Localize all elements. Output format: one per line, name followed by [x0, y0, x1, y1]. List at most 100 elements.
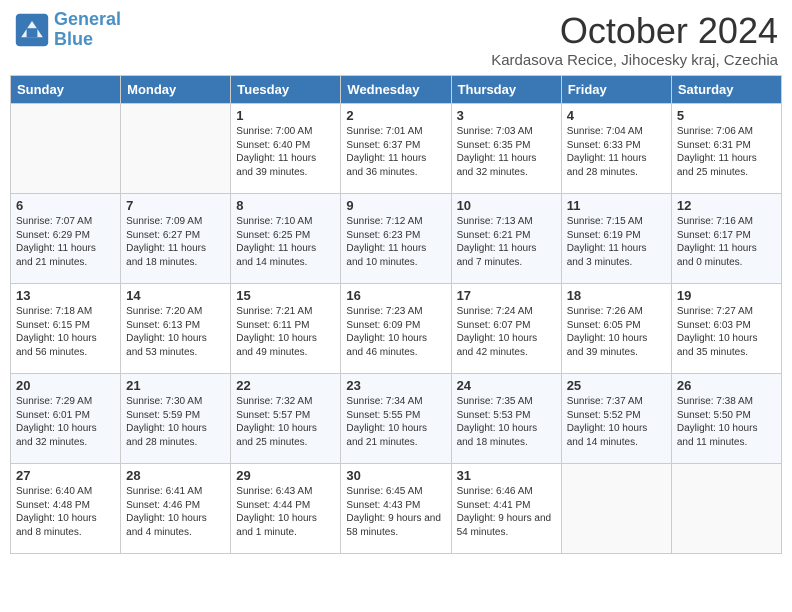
- day-number: 31: [457, 468, 556, 483]
- calendar-table: SundayMondayTuesdayWednesdayThursdayFrid…: [10, 75, 782, 554]
- day-info: Sunrise: 6:43 AM Sunset: 4:44 PM Dayligh…: [236, 485, 335, 539]
- logo-icon: [14, 12, 50, 48]
- calendar-cell: 20Sunrise: 7:29 AM Sunset: 6:01 PM Dayli…: [11, 374, 121, 464]
- day-info: Sunrise: 7:24 AM Sunset: 6:07 PM Dayligh…: [457, 305, 556, 359]
- day-info: Sunrise: 7:26 AM Sunset: 6:05 PM Dayligh…: [567, 305, 666, 359]
- title-block: October 2024 Kardasova Recice, Jihocesky…: [491, 10, 778, 69]
- day-info: Sunrise: 7:23 AM Sunset: 6:09 PM Dayligh…: [346, 305, 445, 359]
- day-info: Sunrise: 7:37 AM Sunset: 5:52 PM Dayligh…: [567, 395, 666, 449]
- day-info: Sunrise: 6:40 AM Sunset: 4:48 PM Dayligh…: [16, 485, 115, 539]
- calendar-week-row: 13 Sunrise: 7:18 AM Sunset: 6:15 PM Dayli…: [11, 284, 782, 374]
- calendar-cell: 27 Sunrise: 6:40 AM Sunset: 4:48 PM Dayli…: [11, 464, 121, 554]
- day-info: Sunrise: 7:10 AM Sunset: 6:25 PM Dayligh…: [236, 215, 335, 269]
- calendar-cell: 22Sunrise: 7:32 AM Sunset: 5:57 PM Dayli…: [231, 374, 341, 464]
- day-number: 26: [677, 378, 776, 393]
- day-info: Sunrise: 7:01 AM Sunset: 6:37 PM Dayligh…: [346, 125, 445, 179]
- day-number: 7: [126, 198, 225, 213]
- day-info: Sunrise: 7:13 AM Sunset: 6:21 PM Dayligh…: [457, 215, 556, 269]
- calendar-header-row: SundayMondayTuesdayWednesdayThursdayFrid…: [11, 76, 782, 104]
- calendar-cell: 26 Sunrise: 7:38 AM Sunset: 5:50 PM Dayli…: [671, 374, 781, 464]
- calendar-cell: 8 Sunrise: 7:10 AM Sunset: 6:25 PM Daylig…: [231, 194, 341, 284]
- day-number: 19: [677, 288, 776, 303]
- day-number: 21: [126, 378, 225, 393]
- calendar-cell: 14 Sunrise: 7:20 AM Sunset: 6:13 PM Dayli…: [121, 284, 231, 374]
- day-number: 14: [126, 288, 225, 303]
- logo: General Blue: [14, 10, 121, 50]
- day-info: Sunrise: 7:15 AM Sunset: 6:19 PM Dayligh…: [567, 215, 666, 269]
- day-number: 3: [457, 108, 556, 123]
- day-number: 2: [346, 108, 445, 123]
- day-info: Sunrise: 7:34 AM Sunset: 5:55 PM Dayligh…: [346, 395, 445, 449]
- day-number: 10: [457, 198, 556, 213]
- calendar-cell: 19Sunrise: 7:27 AM Sunset: 6:03 PM Dayli…: [671, 284, 781, 374]
- calendar-cell: 23Sunrise: 7:34 AM Sunset: 5:55 PM Dayli…: [341, 374, 451, 464]
- day-info: Sunrise: 7:18 AM Sunset: 6:15 PM Dayligh…: [16, 305, 115, 359]
- calendar-cell: 15 Sunrise: 7:21 AM Sunset: 6:11 PM Dayli…: [231, 284, 341, 374]
- calendar-cell: 1 Sunrise: 7:00 AM Sunset: 6:40 PM Daylig…: [231, 104, 341, 194]
- day-number: 11: [567, 198, 666, 213]
- day-info: Sunrise: 7:20 AM Sunset: 6:13 PM Dayligh…: [126, 305, 225, 359]
- calendar-week-row: 27 Sunrise: 6:40 AM Sunset: 4:48 PM Dayli…: [11, 464, 782, 554]
- day-info: Sunrise: 7:03 AM Sunset: 6:35 PM Dayligh…: [457, 125, 556, 179]
- calendar-cell: 30Sunrise: 6:45 AM Sunset: 4:43 PM Dayli…: [341, 464, 451, 554]
- day-number: 22: [236, 378, 335, 393]
- day-number: 4: [567, 108, 666, 123]
- day-number: 9: [346, 198, 445, 213]
- calendar-cell: 18Sunrise: 7:26 AM Sunset: 6:05 PM Dayli…: [561, 284, 671, 374]
- calendar-cell: 16 Sunrise: 7:23 AM Sunset: 6:09 PM Dayli…: [341, 284, 451, 374]
- day-info: Sunrise: 7:04 AM Sunset: 6:33 PM Dayligh…: [567, 125, 666, 179]
- day-info: Sunrise: 7:21 AM Sunset: 6:11 PM Dayligh…: [236, 305, 335, 359]
- weekday-header: Sunday: [11, 76, 121, 104]
- day-number: 8: [236, 198, 335, 213]
- day-number: 29: [236, 468, 335, 483]
- calendar-cell: 12 Sunrise: 7:16 AM Sunset: 6:17 PM Dayli…: [671, 194, 781, 284]
- day-info: Sunrise: 7:06 AM Sunset: 6:31 PM Dayligh…: [677, 125, 776, 179]
- month-title: October 2024: [491, 10, 778, 52]
- calendar-cell: [671, 464, 781, 554]
- day-info: Sunrise: 7:16 AM Sunset: 6:17 PM Dayligh…: [677, 215, 776, 269]
- day-number: 24: [457, 378, 556, 393]
- logo-text: General Blue: [54, 10, 121, 50]
- day-number: 16: [346, 288, 445, 303]
- day-info: Sunrise: 7:38 AM Sunset: 5:50 PM Dayligh…: [677, 395, 776, 449]
- day-number: 28: [126, 468, 225, 483]
- calendar-cell: 4 Sunrise: 7:04 AM Sunset: 6:33 PM Daylig…: [561, 104, 671, 194]
- calendar-cell: 28 Sunrise: 6:41 AM Sunset: 4:46 PM Dayli…: [121, 464, 231, 554]
- weekday-header: Tuesday: [231, 76, 341, 104]
- calendar-cell: 24 Sunrise: 7:35 AM Sunset: 5:53 PM Dayli…: [451, 374, 561, 464]
- calendar-cell: 29 Sunrise: 6:43 AM Sunset: 4:44 PM Dayli…: [231, 464, 341, 554]
- calendar-cell: [121, 104, 231, 194]
- weekday-header: Saturday: [671, 76, 781, 104]
- calendar-cell: 5 Sunrise: 7:06 AM Sunset: 6:31 PM Daylig…: [671, 104, 781, 194]
- calendar-cell: [561, 464, 671, 554]
- calendar-cell: 21 Sunrise: 7:30 AM Sunset: 5:59 PM Dayli…: [121, 374, 231, 464]
- day-number: 5: [677, 108, 776, 123]
- calendar-cell: 13 Sunrise: 7:18 AM Sunset: 6:15 PM Dayli…: [11, 284, 121, 374]
- day-info: Sunrise: 7:35 AM Sunset: 5:53 PM Dayligh…: [457, 395, 556, 449]
- day-number: 17: [457, 288, 556, 303]
- calendar-cell: 9 Sunrise: 7:12 AM Sunset: 6:23 PM Daylig…: [341, 194, 451, 284]
- day-number: 1: [236, 108, 335, 123]
- day-number: 27: [16, 468, 115, 483]
- calendar-cell: [11, 104, 121, 194]
- calendar-cell: 11 Sunrise: 7:15 AM Sunset: 6:19 PM Dayli…: [561, 194, 671, 284]
- day-number: 15: [236, 288, 335, 303]
- day-number: 25: [567, 378, 666, 393]
- day-info: Sunrise: 7:00 AM Sunset: 6:40 PM Dayligh…: [236, 125, 335, 179]
- day-number: 6: [16, 198, 115, 213]
- logo-line2: Blue: [54, 30, 121, 50]
- day-info: Sunrise: 6:41 AM Sunset: 4:46 PM Dayligh…: [126, 485, 225, 539]
- calendar-week-row: 20Sunrise: 7:29 AM Sunset: 6:01 PM Dayli…: [11, 374, 782, 464]
- day-number: 13: [16, 288, 115, 303]
- day-info: Sunrise: 7:12 AM Sunset: 6:23 PM Dayligh…: [346, 215, 445, 269]
- day-info: Sunrise: 7:29 AM Sunset: 6:01 PM Dayligh…: [16, 395, 115, 449]
- day-number: 12: [677, 198, 776, 213]
- logo-line1: General: [54, 10, 121, 30]
- calendar-cell: 10 Sunrise: 7:13 AM Sunset: 6:21 PM Dayli…: [451, 194, 561, 284]
- calendar-cell: 31Sunrise: 6:46 AM Sunset: 4:41 PM Dayli…: [451, 464, 561, 554]
- calendar-cell: 6 Sunrise: 7:07 AM Sunset: 6:29 PM Daylig…: [11, 194, 121, 284]
- page-header: General Blue October 2024 Kardasova Reci…: [10, 10, 782, 69]
- calendar-cell: 25 Sunrise: 7:37 AM Sunset: 5:52 PM Dayli…: [561, 374, 671, 464]
- day-info: Sunrise: 7:30 AM Sunset: 5:59 PM Dayligh…: [126, 395, 225, 449]
- day-info: Sunrise: 7:07 AM Sunset: 6:29 PM Dayligh…: [16, 215, 115, 269]
